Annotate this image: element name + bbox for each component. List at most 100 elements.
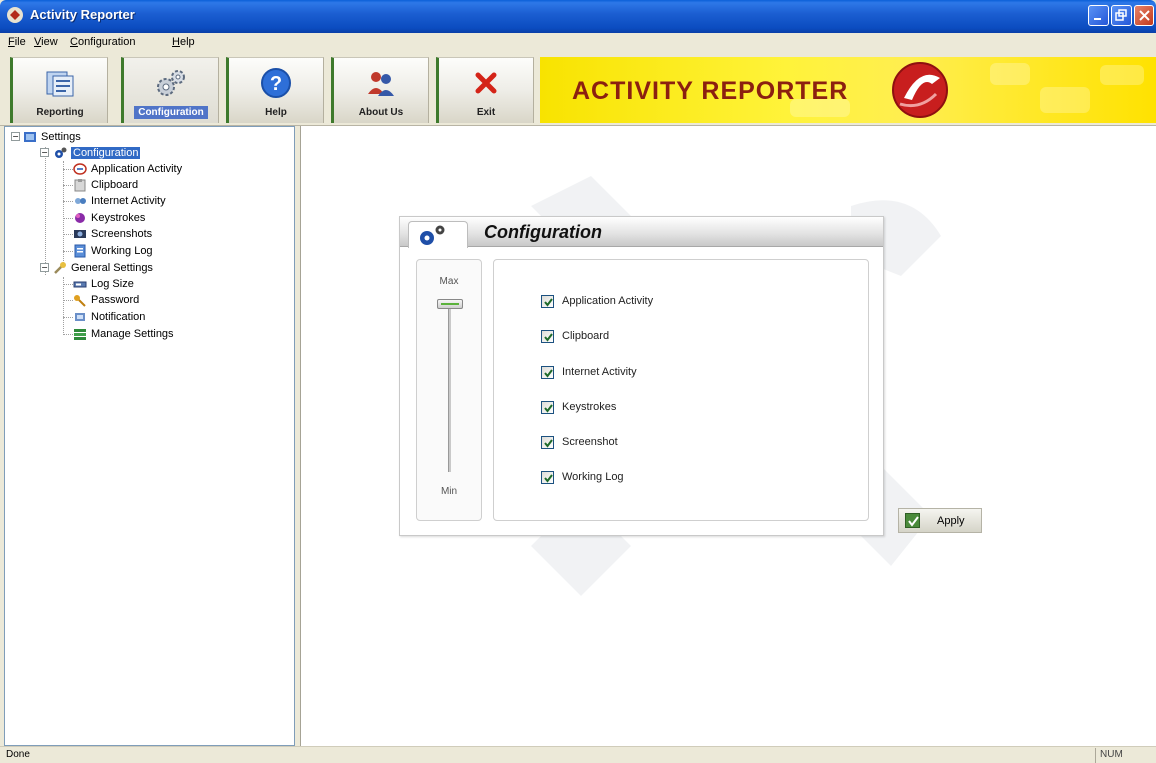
internet-activity-icon	[75, 198, 86, 204]
close-icon	[1139, 10, 1150, 21]
menu-help[interactable]: Help	[172, 36, 195, 48]
checkmark-icon	[544, 473, 553, 483]
tree-item-notification[interactable]: Notification	[73, 309, 145, 325]
menu-file-hotkey: F	[8, 36, 15, 48]
minimize-button[interactable]	[1088, 5, 1109, 26]
slider-max-label: Max	[439, 276, 459, 287]
tree-label-password: Password	[91, 294, 140, 306]
option-label: Application Activity	[562, 295, 654, 307]
tree-label-settings: Settings	[41, 131, 81, 143]
checkbox-working-log[interactable]	[541, 470, 554, 484]
checkbox-application-activity[interactable]	[541, 294, 554, 308]
option-internet-activity[interactable]: Internet Activity	[541, 364, 637, 380]
panel-header: Configuration	[400, 217, 883, 248]
keystrokes-icon	[75, 213, 85, 223]
option-label: Internet Activity	[562, 366, 637, 378]
menu-configuration[interactable]: Configuration	[70, 36, 135, 48]
option-screenshot[interactable]: Screenshot	[541, 434, 618, 450]
option-label: Clipboard	[562, 330, 610, 342]
option-keystrokes[interactable]: Keystrokes	[541, 399, 616, 415]
about-us-button[interactable]: About Us	[331, 57, 429, 123]
help-icon: ?	[261, 68, 291, 98]
tree-item-keystrokes[interactable]: Keystrokes	[73, 210, 145, 226]
reporting-button[interactable]: Reporting	[10, 57, 108, 123]
tree-collapse-general-settings[interactable]: −	[40, 263, 49, 272]
tree-label-notification: Notification	[91, 311, 146, 323]
close-button[interactable]	[1134, 5, 1154, 26]
brand-banner: ACTIVITY REPORTER	[540, 57, 1156, 123]
tree-collapse-configuration[interactable]: −	[40, 148, 49, 157]
tree-label-manage-settings: Manage Settings	[91, 328, 174, 340]
maximize-button[interactable]	[1111, 5, 1132, 26]
tree-item-working-log[interactable]: Working Log	[73, 243, 153, 259]
tree-item-general-settings[interactable]: General Settings	[53, 260, 153, 276]
tree-label-configuration: Configuration	[71, 147, 141, 159]
tree-item-manage-settings[interactable]: Manage Settings	[73, 326, 174, 342]
configuration-gear-icon	[420, 225, 445, 245]
tree-item-application-activity[interactable]: Application Activity	[73, 161, 182, 177]
apply-check-icon	[905, 513, 920, 528]
apply-button[interactable]: Apply	[898, 508, 982, 533]
gears-icon	[157, 70, 185, 96]
clipboard-icon	[74, 179, 86, 192]
tree-item-configuration[interactable]: Configuration	[53, 145, 141, 161]
tree-item-settings[interactable]: Settings	[23, 129, 81, 145]
num-lock-indicator: NUM	[1095, 748, 1133, 763]
notification-icon	[75, 313, 85, 321]
checkbox-internet-activity[interactable]	[541, 365, 554, 379]
menu-file-label: ile	[14, 36, 26, 48]
tree-collapse-settings[interactable]: −	[11, 132, 20, 141]
menu-view[interactable]: View	[34, 36, 58, 48]
exit-button[interactable]: Exit	[436, 57, 534, 123]
option-clipboard[interactable]: Clipboard	[541, 328, 609, 344]
help-button[interactable]: ? Help	[226, 57, 324, 123]
settings-icon	[24, 132, 36, 142]
configuration-label: Configuration	[134, 106, 208, 119]
menu-configuration-hotkey: C	[70, 36, 78, 48]
about-us-label: About Us	[358, 107, 404, 118]
tree-item-log-size[interactable]: Log Size	[73, 276, 134, 292]
window-title: Activity Reporter	[30, 7, 135, 22]
users-icon	[368, 72, 394, 96]
settings-tree: − Settings − Configuration Application A…	[4, 126, 295, 746]
tree-label-application-activity: Application Activity	[91, 163, 183, 175]
option-working-log[interactable]: Working Log	[541, 469, 624, 485]
menu-view-label: iew	[41, 36, 58, 48]
help-label: Help	[265, 107, 287, 118]
apply-label: Apply	[937, 514, 965, 527]
level-slider-track[interactable]	[448, 307, 451, 472]
tree-label-general-settings: General Settings	[71, 262, 153, 274]
checkmark-icon	[544, 368, 553, 378]
tree-item-password[interactable]: Password	[73, 292, 139, 308]
level-slider-thumb[interactable]	[437, 299, 463, 309]
option-application-activity[interactable]: Application Activity	[541, 293, 653, 309]
checkmark-icon	[544, 403, 553, 413]
log-size-icon	[73, 281, 87, 288]
minimize-icon	[1094, 18, 1101, 20]
tree-label-clipboard: Clipboard	[91, 179, 139, 191]
menu-help-hotkey: H	[172, 36, 180, 48]
tree-item-screenshots[interactable]: Screenshots	[73, 226, 152, 242]
options-box: Application Activity Clipboard Internet …	[493, 259, 869, 521]
checkmark-icon	[544, 332, 553, 342]
tree-label-working-log: Working Log	[91, 245, 153, 257]
menu-configuration-label: onfiguration	[77, 36, 136, 48]
menu-help-label: elp	[179, 36, 195, 48]
option-label: Screenshot	[562, 436, 618, 448]
configuration-button[interactable]: Configuration	[121, 57, 219, 123]
configuration-panel: Configuration Max Min Application Activi…	[399, 216, 884, 536]
checkbox-keystrokes[interactable]	[541, 400, 554, 414]
checkbox-clipboard[interactable]	[541, 329, 554, 343]
tree-item-clipboard[interactable]: Clipboard	[73, 177, 138, 193]
menu-file[interactable]: File	[8, 36, 26, 48]
checkbox-screenshot[interactable]	[541, 435, 554, 449]
status-bar: Done NUM	[0, 746, 1156, 763]
banner-title: ACTIVITY REPORTER	[572, 77, 849, 105]
screenshots-icon	[74, 230, 86, 238]
tree-item-internet-activity[interactable]: Internet Activity	[73, 193, 166, 209]
option-label: Keystrokes	[562, 401, 617, 413]
tree-label-log-size: Log Size	[91, 278, 134, 290]
reporting-icon	[46, 71, 74, 97]
application-activity-icon	[73, 163, 87, 175]
title-bar: Activity Reporter	[0, 0, 1156, 33]
